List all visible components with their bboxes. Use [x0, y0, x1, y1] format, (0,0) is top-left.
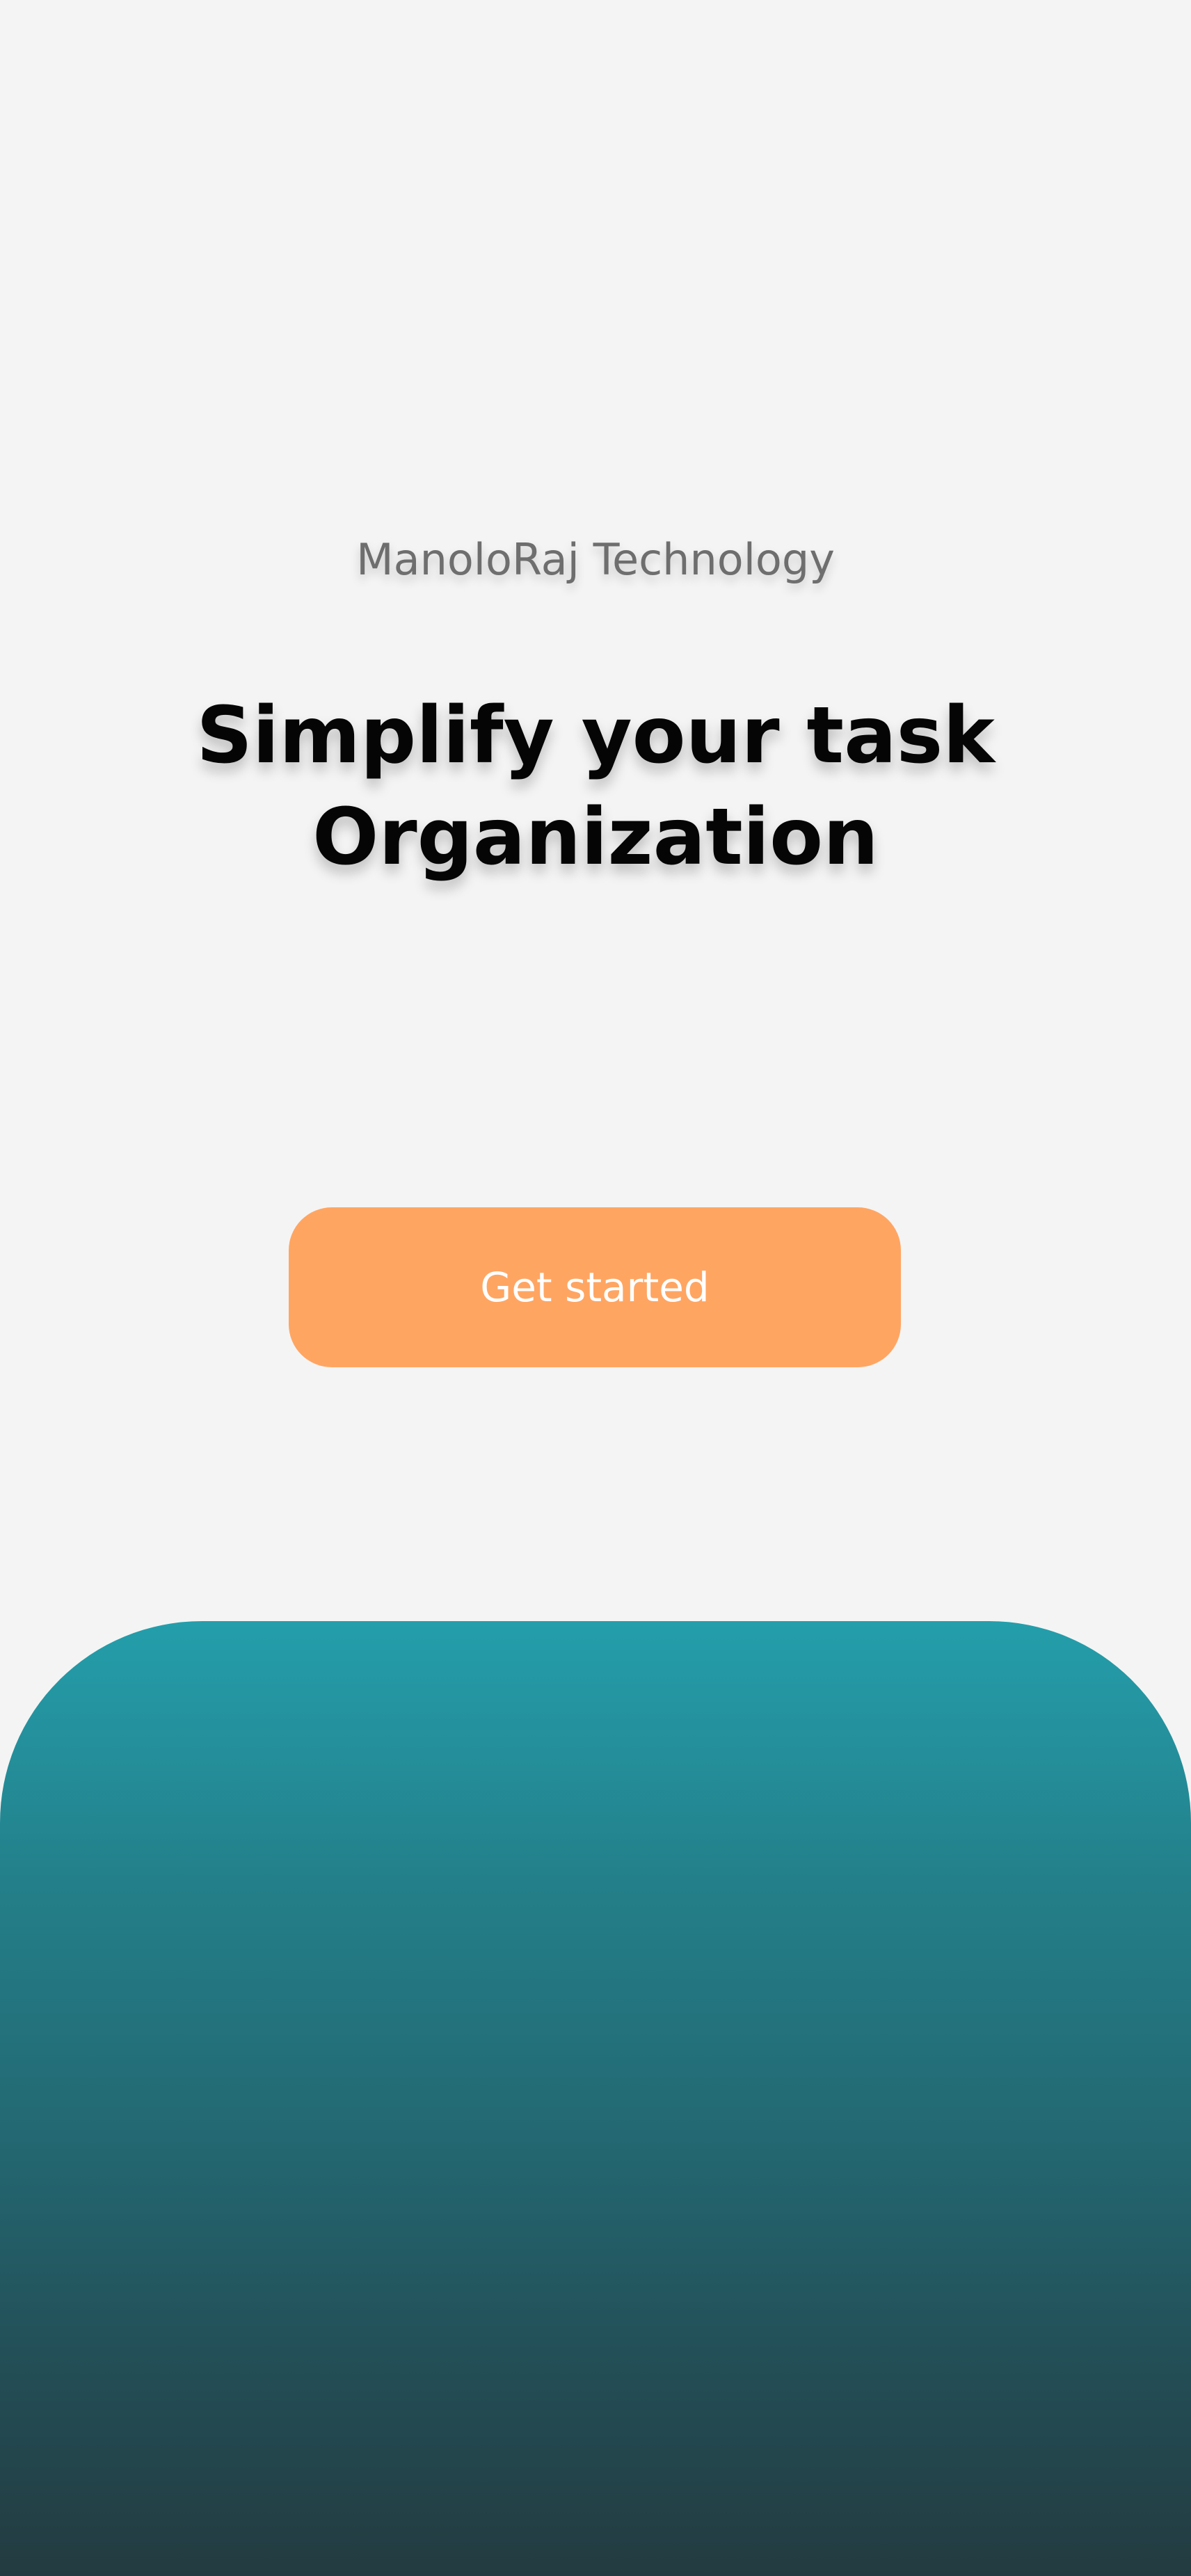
company-name: ManoloRaj Technology: [356, 534, 835, 585]
get-started-button[interactable]: Get started: [289, 1207, 901, 1367]
bottom-decorative-panel: [0, 1621, 1191, 2576]
headline-line-2: Organization: [312, 792, 879, 883]
welcome-screen: ManoloRaj Technology Simplify your task …: [0, 0, 1191, 2576]
headline-line-1: Simplify your task: [196, 691, 995, 781]
page-title: Simplify your task Organization: [0, 685, 1191, 888]
